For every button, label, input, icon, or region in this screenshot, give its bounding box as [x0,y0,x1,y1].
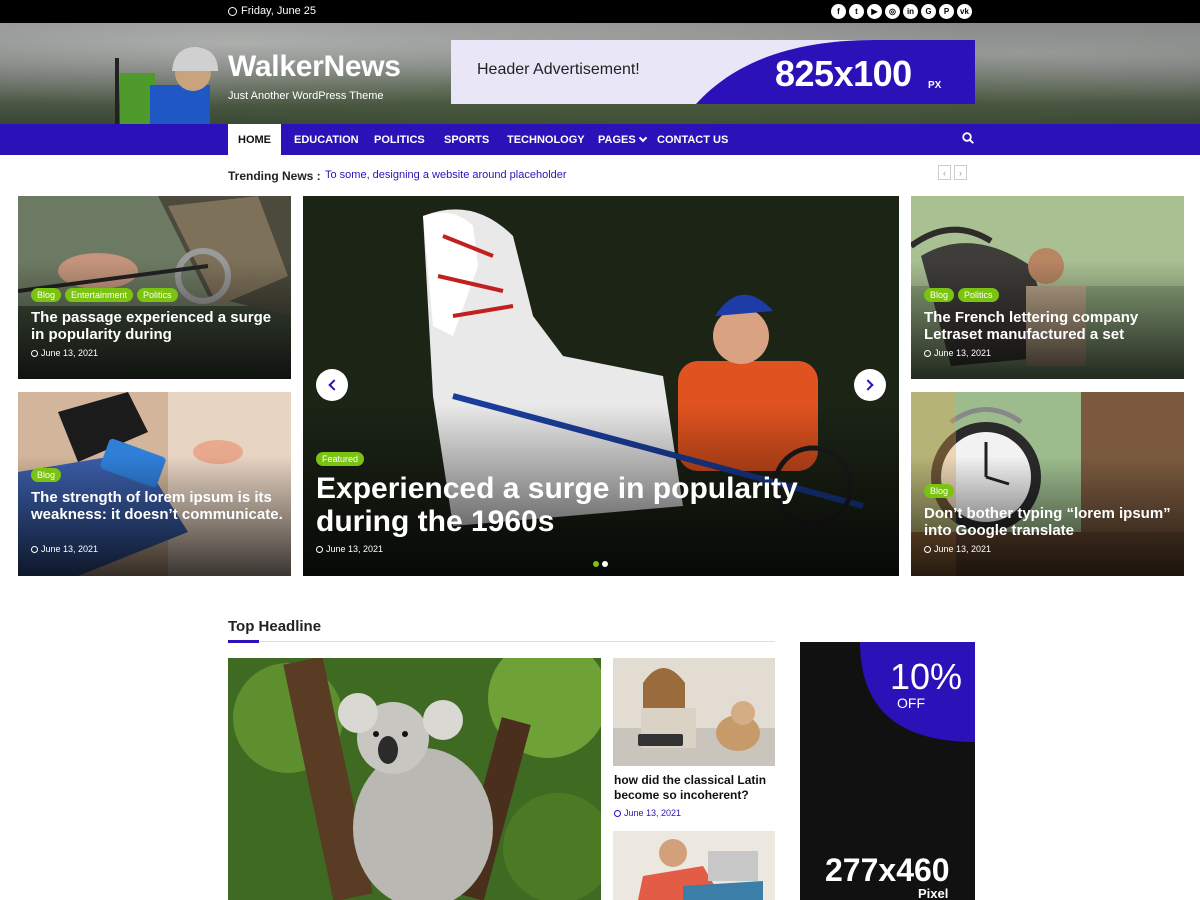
top-bar: Friday, June 25 f t ▶ ◎ in G P vk [0,0,1200,23]
card-tags: Blog [31,468,62,482]
tag-entertainment[interactable]: Entertainment [65,288,134,302]
post-card-right-top[interactable]: Blog Politics The French lettering compa… [911,196,1184,379]
chevron-down-icon [638,133,647,143]
card-date-text: June 13, 2021 [934,348,992,358]
tag-blog[interactable]: Blog [924,484,955,498]
slide-date: June 13, 2021 [316,544,383,554]
headline-main-image[interactable] [228,658,601,900]
clock-icon [228,6,237,16]
pinterest-icon[interactable]: P [939,4,954,19]
nav-sports[interactable]: SPORTS [444,124,489,155]
card-title[interactable]: The French lettering company Letraset ma… [924,309,1179,343]
tag-blog[interactable]: Blog [31,468,62,482]
featured-slider[interactable]: Featured Experienced a surge in populari… [303,196,899,576]
clock-icon [316,545,323,553]
card-date: June 13, 2021 [924,544,991,554]
card-title[interactable]: The strength of lorem ipsum is its weakn… [31,489,286,523]
card-date: June 13, 2021 [31,544,98,554]
youtube-icon[interactable]: ▶ [867,4,882,19]
main-navigation: HOME EDUCATION POLITICS SPORTS TECHNOLOG… [0,124,1200,155]
post-card-left-bottom[interactable]: Blog The strength of lorem ipsum is its … [18,392,291,576]
card-tags: Blog Politics [924,288,999,302]
section-divider [228,641,775,642]
nav-education[interactable]: EDUCATION [294,124,359,155]
slider-dot-1[interactable] [593,561,599,567]
card-date: June 13, 2021 [924,348,991,358]
slide-date-text: June 13, 2021 [326,544,384,554]
slide-tags: Featured [316,452,365,466]
current-date-text: Friday, June 25 [241,5,317,17]
header-ad-unit: PX [928,80,942,91]
nav-pages-label: PAGES [598,133,636,146]
trending-headline[interactable]: To some, designing a website around plac… [325,169,567,181]
trending-prev-button[interactable]: ‹ [938,165,951,180]
card-title[interactable]: The passage experienced a surge in popul… [31,309,286,343]
tag-politics[interactable]: Politics [958,288,999,302]
current-date: Friday, June 25 [228,5,316,17]
slider-prev-button[interactable] [316,369,348,401]
chevron-right-icon [862,379,874,391]
card-date: June 13, 2021 [31,348,98,358]
side-post-title[interactable]: how did the classical Latin become so in… [614,773,775,803]
headline-side-image-2[interactable] [613,831,775,900]
ad-discount: 10% [890,656,963,697]
slide-title[interactable]: Experienced a surge in popularity during… [316,472,876,538]
header-advertisement[interactable]: Header Advertisement! 825x100 PX [451,40,975,104]
trending-next-button[interactable]: › [954,165,967,180]
card-tags: Blog [924,484,955,498]
slider-pagination [593,561,608,567]
ad-unit: Pixel [918,886,949,900]
clock-icon [31,349,38,357]
card-date-text: June 13, 2021 [41,544,99,554]
site-title[interactable]: WalkerNews [228,50,401,84]
clock-icon [31,545,38,553]
linkedin-icon[interactable]: in [903,4,918,19]
man-laptop-image [613,831,775,900]
instagram-icon[interactable]: ◎ [885,4,900,19]
card-date-text: June 13, 2021 [41,348,99,358]
post-card-left-top[interactable]: Blog Entertainment Politics The passage … [18,196,291,379]
search-icon[interactable] [962,132,974,144]
card-date-text: June 13, 2021 [934,544,992,554]
section-accent-bar [228,640,259,643]
hiker-image [115,47,218,124]
clock-icon [924,545,931,553]
nav-pages[interactable]: PAGES [598,124,647,155]
clock-icon [614,809,621,817]
facebook-icon[interactable]: f [831,4,846,19]
social-links: f t ▶ ◎ in G P vk [831,4,972,19]
tag-blog[interactable]: Blog [924,288,955,302]
header-ad-label: Header Advertisement! [477,61,640,78]
google-icon[interactable]: G [921,4,936,19]
chevron-left-icon [328,379,340,391]
site-header: WalkerNews Just Another WordPress Theme … [0,23,1200,124]
sidebar-advertisement[interactable]: 10% OFF 277x460 Pixel [800,642,975,900]
ad-off-label: OFF [897,695,925,711]
header-ad-size: 825x100 [775,53,912,94]
tag-featured[interactable]: Featured [316,452,365,466]
section-title: Top Headline [228,618,322,635]
site-tagline: Just Another WordPress Theme [228,90,384,102]
woman-tablet-image [613,658,775,766]
side-post-date: June 13, 2021 [614,808,681,818]
twitter-icon[interactable]: t [849,4,864,19]
trending-label: Trending News : [228,169,321,183]
tag-politics[interactable]: Politics [137,288,178,302]
ad-size: 277x460 [825,852,950,888]
nav-home[interactable]: HOME [228,124,281,155]
nav-technology[interactable]: TECHNOLOGY [507,124,585,155]
vk-icon[interactable]: vk [957,4,972,19]
card-tags: Blog Entertainment Politics [31,288,178,302]
side-post-date-text: June 13, 2021 [624,808,682,818]
nav-contact-us[interactable]: CONTACT US [657,124,728,155]
tag-blog[interactable]: Blog [31,288,62,302]
slider-dot-2[interactable] [602,561,608,567]
card-title[interactable]: Don’t bother typing “lorem ipsum” into G… [924,505,1179,539]
clock-icon [924,349,931,357]
slider-next-button[interactable] [854,369,886,401]
headline-side-image-1[interactable] [613,658,775,766]
post-card-right-bottom[interactable]: Blog Don’t bother typing “lorem ipsum” i… [911,392,1184,576]
koala-image [228,658,601,900]
nav-politics[interactable]: POLITICS [374,124,425,155]
